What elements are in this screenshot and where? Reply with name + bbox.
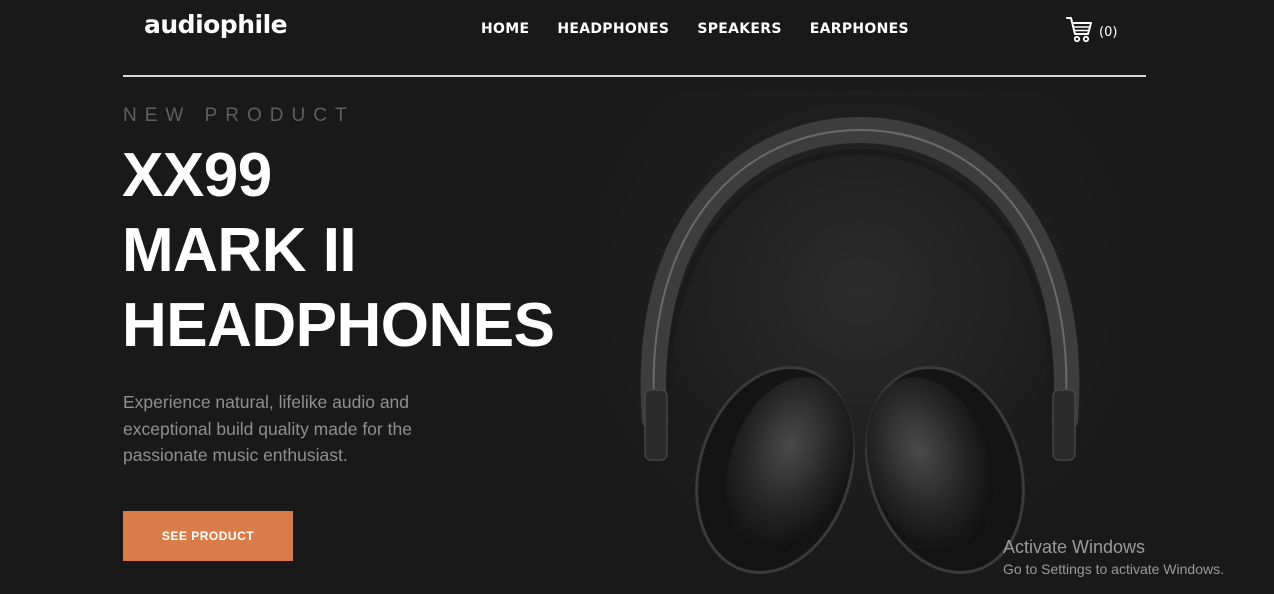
main-nav: HOME HEADPHONES SPEAKERS EARPHONES	[481, 21, 937, 37]
hero-title: XX99 MARK II HEADPHONES	[122, 138, 555, 363]
hero-overline: NEW PRODUCT	[123, 105, 355, 126]
cart-count: (0)	[1099, 24, 1118, 40]
windows-activation-watermark: Activate Windows Go to Settings to activ…	[1003, 537, 1224, 577]
header-divider	[123, 75, 1146, 77]
hero-title-line: HEADPHONES	[122, 291, 555, 360]
site-logo[interactable]: audiophile	[144, 10, 288, 39]
watermark-title: Activate Windows	[1003, 537, 1146, 557]
nav-headphones-link[interactable]: HEADPHONES	[557, 21, 669, 37]
shopping-cart-icon	[1066, 16, 1093, 48]
page: audiophile HOME HEADPHONES SPEAKERS EARP…	[0, 0, 1274, 594]
nav-speakers-link[interactable]: SPEAKERS	[697, 21, 781, 37]
nav-home-link[interactable]: HOME	[481, 21, 529, 37]
hero-description: Experience natural, lifelike audio and e…	[123, 392, 412, 465]
see-product-button[interactable]: SEE PRODUCT	[123, 511, 293, 561]
watermark-subtitle: Go to Settings to activate Windows.	[1003, 561, 1224, 577]
headphones-image	[600, 90, 1120, 594]
hero-title-line: XX99	[122, 141, 272, 210]
cart-button[interactable]: (0)	[1066, 16, 1117, 48]
nav-earphones-link[interactable]: EARPHONES	[810, 21, 909, 37]
hero-title-line: MARK II	[122, 216, 357, 285]
